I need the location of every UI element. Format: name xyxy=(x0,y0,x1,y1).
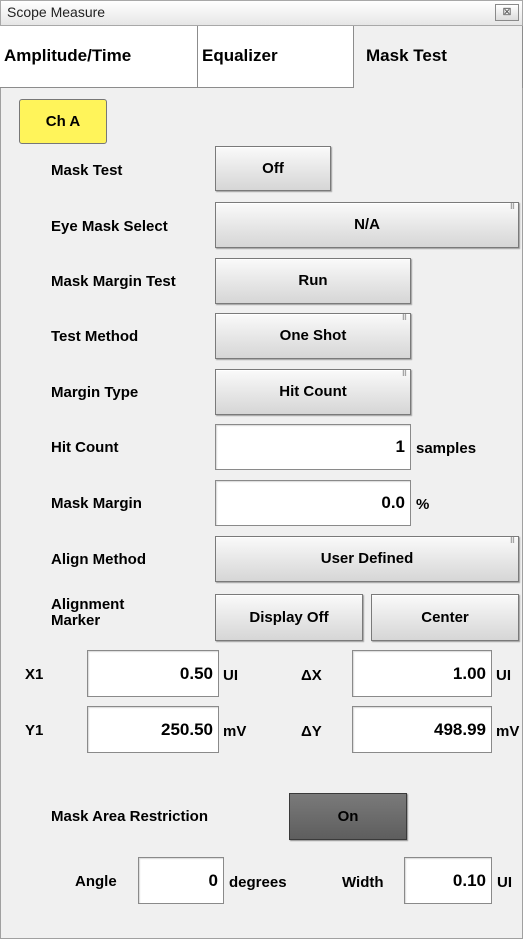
x1-input[interactable]: 0.50 xyxy=(87,650,219,697)
width-unit: UI xyxy=(497,874,512,891)
alignment-marker-label-line2: Marker xyxy=(51,612,101,629)
hit-count-label: Hit Count xyxy=(51,439,119,456)
delta-x-label: ΔX xyxy=(301,667,322,684)
angle-input[interactable]: 0 xyxy=(138,857,224,904)
delta-y-unit: mV xyxy=(496,723,520,740)
x1-label: X1 xyxy=(25,666,44,683)
margin-type-value: Hit Count xyxy=(279,383,347,400)
mask-test-label: Mask Test xyxy=(51,162,123,179)
delta-x-unit: UI xyxy=(496,667,511,684)
x1-unit: UI xyxy=(223,667,238,684)
align-method-button[interactable]: User Defined ⠿ xyxy=(215,536,519,582)
test-method-value: One Shot xyxy=(279,327,347,344)
dropdown-indicator-icon: ⠿ xyxy=(509,538,515,545)
window-title: Scope Measure xyxy=(7,4,106,20)
display-off-button[interactable]: Display Off xyxy=(215,594,363,641)
test-method-button[interactable]: One Shot ⠿ xyxy=(215,313,411,359)
mask-test-toggle-button[interactable]: Off xyxy=(215,146,331,191)
hit-count-unit: samples xyxy=(416,440,477,457)
channel-a-button[interactable]: Ch A xyxy=(19,99,107,144)
alignment-marker-label-line1: Alignment xyxy=(51,596,125,613)
dropdown-indicator-icon: ⠿ xyxy=(401,315,407,322)
width-input[interactable]: 0.10 xyxy=(404,857,492,904)
align-method-label: Align Method xyxy=(51,551,146,568)
test-method-label: Test Method xyxy=(51,328,139,345)
eye-mask-select-label: Eye Mask Select xyxy=(51,218,168,235)
y1-label: Y1 xyxy=(25,722,44,739)
mask-margin-unit: % xyxy=(416,496,430,513)
tab-equalizer[interactable]: Equalizer xyxy=(198,26,354,88)
mask-margin-input[interactable]: 0.0 xyxy=(215,480,411,526)
alignment-marker-label: Alignment Marker xyxy=(51,597,124,629)
y1-unit: mV xyxy=(223,723,247,740)
angle-unit: degrees xyxy=(229,874,287,891)
delta-y-input[interactable]: 498.99 xyxy=(352,706,492,753)
margin-type-button[interactable]: Hit Count ⠿ xyxy=(215,369,411,415)
delta-x-input[interactable]: 1.00 xyxy=(352,650,492,697)
align-method-value: User Defined xyxy=(320,550,414,567)
tab-mask-test[interactable]: Mask Test xyxy=(354,26,523,88)
mask-margin-test-label: Mask Margin Test xyxy=(51,273,176,290)
y1-input[interactable]: 250.50 xyxy=(87,706,219,753)
width-label: Width xyxy=(342,874,384,891)
tab-amplitude-time[interactable]: Amplitude/Time xyxy=(0,26,198,88)
dropdown-indicator-icon: ⠿ xyxy=(509,204,515,211)
eye-mask-select-button[interactable]: N/A ⠿ xyxy=(215,202,519,248)
close-icon[interactable]: ⊠ xyxy=(495,4,519,21)
mask-area-restriction-label: Mask Area Restriction xyxy=(51,808,209,825)
mask-margin-run-button[interactable]: Run xyxy=(215,258,411,304)
eye-mask-select-value: N/A xyxy=(354,216,380,233)
angle-label: Angle xyxy=(75,873,117,890)
mask-area-restriction-toggle[interactable]: On xyxy=(289,793,407,840)
dropdown-indicator-icon: ⠿ xyxy=(401,371,407,378)
margin-type-label: Margin Type xyxy=(51,384,139,401)
mask-margin-label: Mask Margin xyxy=(51,495,142,512)
hit-count-input[interactable]: 1 xyxy=(215,424,411,470)
delta-y-label: ΔY xyxy=(301,723,322,740)
center-button[interactable]: Center xyxy=(371,594,519,641)
